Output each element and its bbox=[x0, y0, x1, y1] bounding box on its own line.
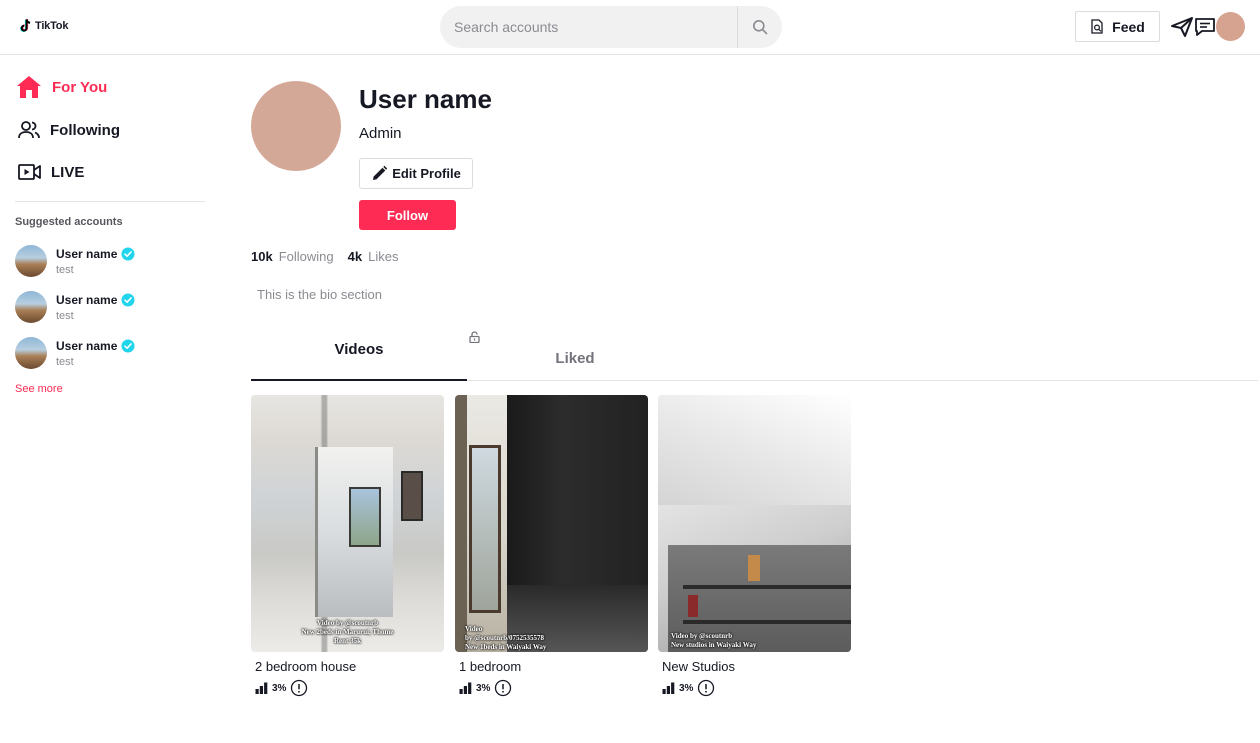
tab-videos[interactable]: Videos bbox=[251, 320, 467, 381]
follow-button[interactable]: Follow bbox=[359, 200, 456, 230]
inbox-icon bbox=[1195, 18, 1215, 36]
home-icon bbox=[17, 76, 41, 98]
video-overlay-caption: Video by @scoutnrb/0752535578 New 1beds … bbox=[465, 625, 648, 652]
sidebar: For You Following LIVE Suggested account… bbox=[0, 55, 220, 743]
video-stat: 3% bbox=[272, 682, 287, 694]
caption-line: Video by @scoutnrb bbox=[671, 632, 733, 640]
profile-role: Admin bbox=[359, 125, 402, 142]
video-card[interactable]: Video by @scoutnrb New studios in Waiyak… bbox=[658, 395, 851, 697]
video-thumbnail[interactable]: Video by @scoutnrb New studios in Waiyak… bbox=[658, 395, 851, 652]
video-meta: 3% bbox=[255, 679, 444, 697]
account-name: User name bbox=[56, 292, 118, 307]
nav-live[interactable]: LIVE bbox=[18, 163, 84, 181]
user-avatar[interactable] bbox=[1216, 12, 1245, 41]
see-more-link[interactable]: See more bbox=[15, 383, 63, 395]
account-handle: test bbox=[56, 309, 74, 322]
suggested-account[interactable]: User name test bbox=[15, 289, 205, 325]
suggested-account[interactable]: User name test bbox=[15, 243, 205, 279]
pencil-icon bbox=[373, 165, 388, 180]
bar-chart-icon bbox=[459, 682, 472, 694]
nav-following[interactable]: Following bbox=[18, 120, 120, 140]
info-icon[interactable] bbox=[290, 679, 308, 697]
video-title: New Studios bbox=[662, 659, 735, 674]
tab-liked[interactable]: Liked bbox=[467, 320, 683, 381]
video-thumbnail[interactable]: Video by @scoutnrb/0752535578 New 1beds … bbox=[455, 395, 648, 652]
messages-button[interactable] bbox=[1170, 16, 1194, 38]
video-card[interactable]: Video by @scoutnrb/0752535578 New 1beds … bbox=[455, 395, 648, 697]
live-video-icon bbox=[18, 164, 41, 180]
caption-line: Rent 35k bbox=[333, 637, 362, 645]
profile-name: User name bbox=[359, 84, 492, 114]
account-name: User name bbox=[56, 246, 118, 261]
stat-label: Following bbox=[278, 249, 334, 264]
bar-chart-icon bbox=[255, 682, 268, 694]
top-header: TikTok Feed bbox=[0, 0, 1260, 55]
logo-text: TikTok bbox=[35, 20, 69, 32]
info-icon[interactable] bbox=[494, 679, 512, 697]
video-meta: 3% bbox=[662, 679, 851, 697]
profile-avatar bbox=[251, 81, 341, 171]
video-overlay-caption: Video by @scoutnrb New 2beds in Marurui,… bbox=[251, 619, 444, 646]
likes-stat: 4k Likes bbox=[348, 249, 399, 264]
edit-profile-button[interactable]: Edit Profile bbox=[359, 158, 473, 189]
suggested-accounts-title: Suggested accounts bbox=[15, 216, 123, 228]
search-button[interactable] bbox=[738, 6, 782, 48]
nav-label: Following bbox=[50, 121, 120, 139]
video-meta: 3% bbox=[459, 679, 648, 697]
caption-line: New studios in Waiyaki Way bbox=[671, 641, 757, 649]
feed-button[interactable]: Feed bbox=[1075, 11, 1160, 42]
inbox-button[interactable] bbox=[1193, 16, 1217, 38]
avatar bbox=[15, 291, 47, 323]
caption-line: Video bbox=[465, 625, 483, 633]
feed-icon bbox=[1091, 19, 1103, 34]
avatar bbox=[15, 245, 47, 277]
sidebar-divider bbox=[15, 201, 205, 202]
nav-label: For You bbox=[52, 78, 108, 96]
verified-icon bbox=[121, 339, 135, 352]
verified-icon bbox=[121, 293, 135, 306]
account-name: User name bbox=[56, 338, 118, 353]
bar-chart-icon bbox=[662, 682, 675, 694]
nav-for-you[interactable]: For You bbox=[16, 75, 107, 99]
profile-stats: 10k Following 4k Likes bbox=[251, 249, 398, 264]
stat-value: 10k bbox=[251, 249, 273, 264]
profile-tabs: Videos Liked bbox=[251, 320, 1258, 381]
search-icon bbox=[753, 20, 768, 35]
account-handle: test bbox=[56, 355, 74, 368]
verified-icon bbox=[121, 247, 135, 260]
video-title: 2 bedroom house bbox=[255, 659, 357, 674]
caption-line: Video by @scoutnrb bbox=[316, 619, 379, 627]
edit-profile-label: Edit Profile bbox=[392, 166, 461, 181]
users-icon bbox=[18, 121, 40, 139]
feed-label: Feed bbox=[1112, 18, 1145, 35]
tiktok-note-icon bbox=[20, 19, 31, 32]
caption-line: New 2beds in Marurui, Thome bbox=[301, 628, 394, 636]
following-stat[interactable]: 10k Following bbox=[251, 249, 334, 264]
stat-label: Likes bbox=[368, 249, 399, 264]
stat-value: 4k bbox=[347, 249, 363, 264]
caption-line: by @scoutnrb/0752535578 bbox=[465, 634, 545, 642]
profile-bio: This is the bio section bbox=[257, 287, 383, 302]
info-icon[interactable] bbox=[697, 679, 715, 697]
send-icon bbox=[1171, 17, 1193, 37]
video-overlay-caption: Video by @scoutnrb New studios in Waiyak… bbox=[671, 632, 851, 650]
video-thumbnail[interactable]: Video by @scoutnrb New 2beds in Marurui,… bbox=[251, 395, 444, 652]
video-stat: 3% bbox=[679, 682, 694, 694]
suggested-account[interactable]: User name test bbox=[15, 335, 205, 371]
caption-line: New 1beds in Waiyaki Way bbox=[465, 643, 547, 651]
nav-label: LIVE bbox=[51, 163, 85, 181]
tiktok-logo[interactable]: TikTok bbox=[20, 19, 68, 33]
search-input[interactable] bbox=[440, 6, 738, 48]
account-handle: test bbox=[56, 263, 74, 276]
video-stat: 3% bbox=[476, 682, 491, 694]
avatar bbox=[15, 337, 47, 369]
search-bar bbox=[440, 6, 782, 48]
video-card[interactable]: Video by @scoutnrb New 2beds in Marurui,… bbox=[251, 395, 444, 697]
video-title: 1 bedroom bbox=[459, 659, 522, 674]
